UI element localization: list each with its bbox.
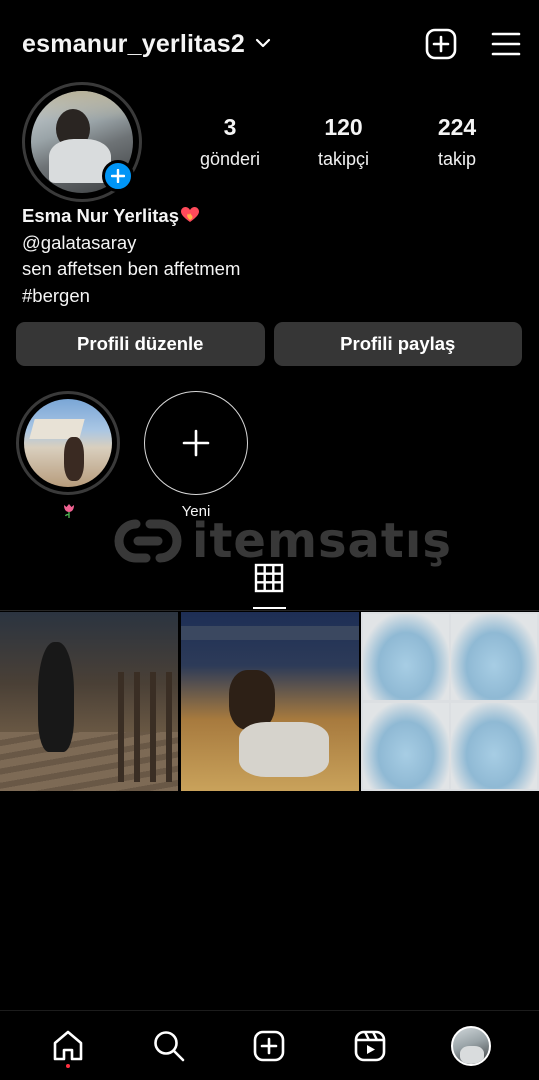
- post-thumbnail[interactable]: [0, 612, 178, 791]
- content-tabs: [0, 555, 539, 611]
- add-story-icon[interactable]: [102, 160, 134, 192]
- bio-text: sen affetsen ben affetmem: [22, 258, 241, 279]
- new-highlight-button[interactable]: [144, 391, 248, 495]
- reels-icon[interactable]: [344, 1020, 396, 1072]
- bottom-navigation: [0, 1010, 539, 1080]
- posts-count: 3: [223, 114, 237, 140]
- profile-nav-avatar[interactable]: [445, 1020, 497, 1072]
- profile-stats: 3 gönderi 120 takipçi 224 takip: [182, 114, 517, 170]
- create-icon[interactable]: [243, 1020, 295, 1072]
- new-highlight-item[interactable]: Yeni: [144, 391, 248, 523]
- followers-stat[interactable]: 120 takipçi: [296, 114, 392, 170]
- post-thumbnail[interactable]: [361, 612, 539, 791]
- new-post-icon[interactable]: [425, 28, 457, 60]
- following-stat[interactable]: 224 takip: [409, 114, 505, 170]
- posts-label: gönderi: [199, 149, 261, 169]
- active-tab-indicator: [253, 607, 286, 609]
- highlight-ring: [16, 391, 120, 495]
- username: esmanur_yerlitas2: [22, 29, 245, 58]
- bio-mention[interactable]: @galatasaray: [22, 230, 517, 257]
- bio-hashtag[interactable]: #bergen: [22, 283, 517, 310]
- highlight-label: [16, 503, 120, 523]
- post-thumbnail[interactable]: [180, 612, 359, 791]
- home-icon[interactable]: [42, 1020, 94, 1072]
- profile-bio: Esma Nur Yerlitaş @galatasaray sen affet…: [22, 203, 517, 309]
- share-profile-button[interactable]: Profili paylaş: [273, 322, 522, 366]
- followers-count: 120: [324, 114, 363, 140]
- bio-name-row: Esma Nur Yerlitaş: [22, 203, 517, 230]
- posts-stat: 3 gönderi: [182, 114, 278, 170]
- tab-divider: [0, 610, 539, 611]
- posts-grid: [0, 612, 539, 791]
- heart-on-fire-icon: [181, 204, 199, 222]
- grid-icon[interactable]: [253, 563, 285, 603]
- profile-actions: Profili düzenle Profili paylaş: [16, 322, 522, 366]
- edit-profile-button[interactable]: Profili düzenle: [16, 322, 265, 366]
- tulip-icon: [63, 503, 74, 518]
- profile-summary: 3 gönderi 120 takipçi 224 takip: [22, 82, 517, 202]
- menu-icon[interactable]: [491, 31, 521, 57]
- avatar: [450, 1025, 491, 1066]
- highlight-image: [24, 399, 112, 487]
- notification-dot: [66, 1063, 71, 1068]
- plus-icon: [182, 429, 210, 457]
- following-count: 224: [437, 114, 477, 140]
- account-switcher[interactable]: esmanur_yerlitas2: [22, 30, 271, 59]
- display-name: Esma Nur Yerlitaş: [22, 205, 179, 226]
- story-highlights: Yeni: [16, 391, 248, 523]
- highlight-item[interactable]: [16, 391, 120, 523]
- chevron-down-icon: [255, 35, 271, 53]
- search-icon[interactable]: [143, 1020, 195, 1072]
- followers-label: takipçi: [317, 149, 370, 169]
- profile-header: esmanur_yerlitas2: [22, 18, 521, 70]
- following-label: takip: [437, 149, 477, 169]
